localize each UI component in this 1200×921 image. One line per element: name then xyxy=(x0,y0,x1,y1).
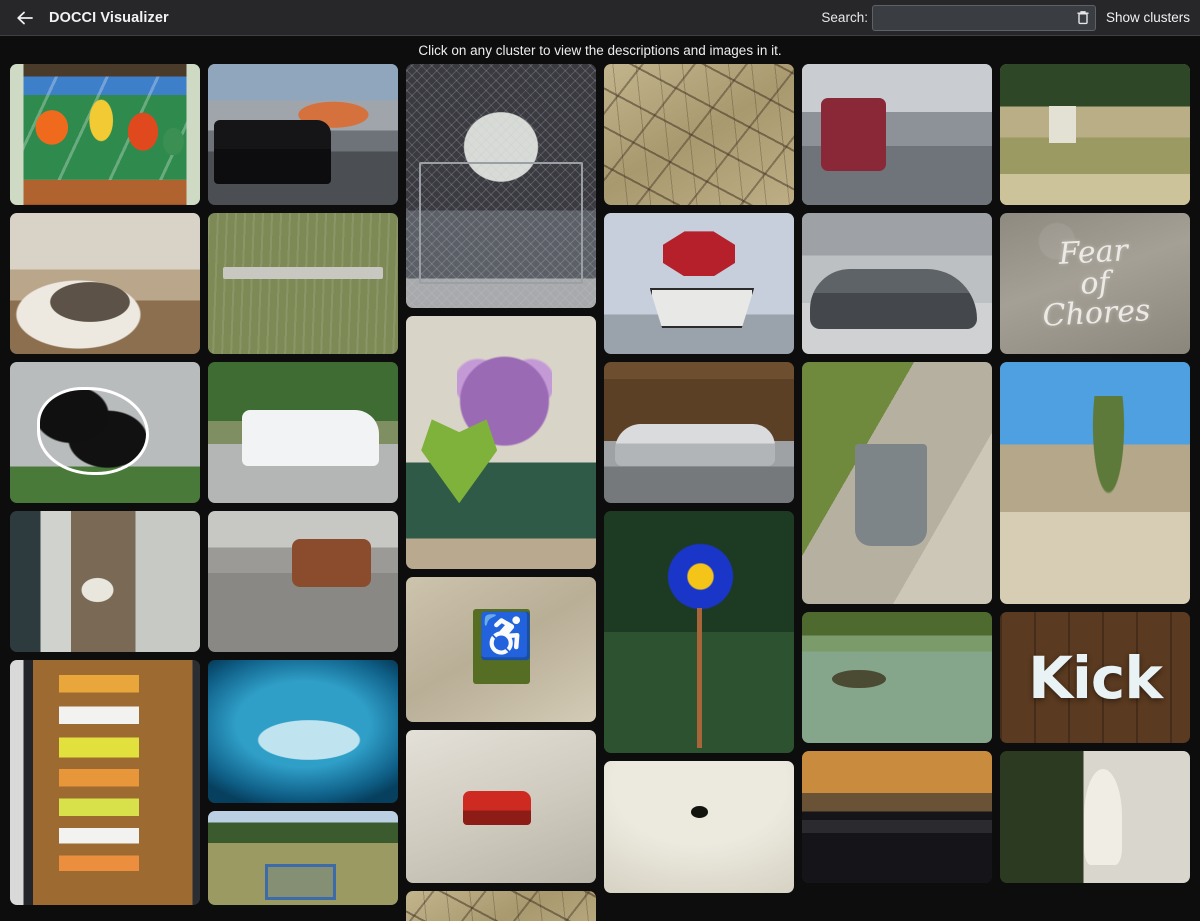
image-pinwheel-garden[interactable] xyxy=(604,511,794,753)
grid-column xyxy=(802,64,992,921)
image-thumbnail xyxy=(406,730,596,883)
image-thumbnail xyxy=(406,577,596,722)
image-thumbnail xyxy=(1000,751,1190,883)
image-thumbnail xyxy=(208,811,398,905)
image-wood-lap[interactable] xyxy=(802,751,992,883)
image-thumbnail xyxy=(10,213,200,354)
image-thumbnail xyxy=(208,64,398,205)
header-controls: Search: Show clusters xyxy=(821,4,1190,31)
image-recliner-chairs[interactable] xyxy=(802,64,992,205)
image-thumbnail xyxy=(10,64,200,205)
app-header: DOCCI Visualizer Search: Show clusters xyxy=(0,0,1200,36)
image-rules-door[interactable] xyxy=(10,660,200,905)
image-thumbnail xyxy=(604,511,794,753)
image-thumbnail xyxy=(802,751,992,883)
image-mural-wall[interactable] xyxy=(10,64,200,205)
image-thumbnail xyxy=(208,660,398,803)
search-input[interactable] xyxy=(871,4,1096,31)
image-tent-ceiling[interactable] xyxy=(604,761,794,893)
image-beluga-whale[interactable] xyxy=(208,660,398,803)
image-thumbnail xyxy=(10,511,200,652)
image-thumbnail xyxy=(604,761,794,893)
image-thumbnail xyxy=(208,362,398,503)
image-thumbnail xyxy=(604,64,794,205)
kick-text-overlay: Kick xyxy=(1028,643,1163,712)
image-kick-sign[interactable]: Kick xyxy=(1000,612,1190,743)
image-thumbnail xyxy=(802,64,992,205)
image-metal-planter[interactable] xyxy=(802,362,992,604)
image-silver-sedan[interactable] xyxy=(604,362,794,503)
image-turtle-pond[interactable] xyxy=(802,612,992,743)
cluster-image-grid: FearofChores Kick xyxy=(0,64,1200,921)
image-mercedes-amg[interactable] xyxy=(802,213,992,354)
back-arrow-icon[interactable] xyxy=(14,7,36,29)
image-toy-car-water[interactable] xyxy=(406,730,596,883)
image-gem-cart[interactable] xyxy=(208,362,398,503)
search-field-wrapper xyxy=(871,4,1096,31)
chalk-text-overlay: Fear of Chores xyxy=(1041,232,1152,334)
image-thumbnail xyxy=(406,891,596,921)
grid-column: Fear of Chores Kick xyxy=(1000,64,1190,921)
image-thumbnail xyxy=(10,660,200,905)
image-thumbnail xyxy=(406,316,596,569)
image-thumbnail xyxy=(208,511,398,652)
image-asphalt-partial[interactable] xyxy=(406,891,596,921)
image-cart-field[interactable] xyxy=(208,811,398,905)
image-thumbnail xyxy=(604,362,794,503)
page-title: DOCCI Visualizer xyxy=(49,9,169,26)
image-cracked-ground[interactable] xyxy=(604,64,794,205)
image-thumbnail: Kick xyxy=(1000,612,1190,743)
image-white-bench[interactable] xyxy=(208,213,398,354)
image-rust-beetles[interactable] xyxy=(208,511,398,652)
image-graffiti-wall[interactable] xyxy=(10,362,200,503)
image-fear-of-chores[interactable]: Fear of Chores xyxy=(1000,213,1190,354)
image-yucca-desert[interactable] xyxy=(1000,362,1190,604)
image-koala-love-sign[interactable] xyxy=(406,316,596,569)
image-spider-tree[interactable] xyxy=(10,511,200,652)
image-thumbnail xyxy=(1000,64,1190,205)
image-mary-statue[interactable] xyxy=(1000,751,1190,883)
image-street-truck[interactable] xyxy=(208,64,398,205)
show-clusters-toggle[interactable]: Show clusters xyxy=(1106,10,1190,25)
image-thumbnail xyxy=(208,213,398,354)
image-trail-signs[interactable] xyxy=(1000,64,1190,205)
cluster-hint-text: Click on any cluster to view the descrip… xyxy=(0,36,1200,64)
image-thumbnail xyxy=(1000,362,1190,604)
image-thumbnail xyxy=(802,612,992,743)
image-cat-litter[interactable] xyxy=(10,213,200,354)
grid-column xyxy=(604,64,794,921)
search-label: Search: xyxy=(821,10,868,25)
image-thumbnail xyxy=(802,213,992,354)
image-thumbnail xyxy=(10,362,200,503)
image-chainlink-gate[interactable] xyxy=(406,64,596,308)
grid-column xyxy=(406,64,596,921)
image-thumbnail: Fear of Chores xyxy=(1000,213,1190,354)
image-stop-sign[interactable] xyxy=(604,213,794,354)
trash-icon[interactable] xyxy=(1074,9,1092,27)
image-thumbnail xyxy=(802,362,992,604)
grid-column xyxy=(10,64,200,921)
grid-column xyxy=(208,64,398,921)
image-thumbnail xyxy=(406,64,596,308)
image-thumbnail xyxy=(604,213,794,354)
image-accessible-sign[interactable] xyxy=(406,577,596,722)
